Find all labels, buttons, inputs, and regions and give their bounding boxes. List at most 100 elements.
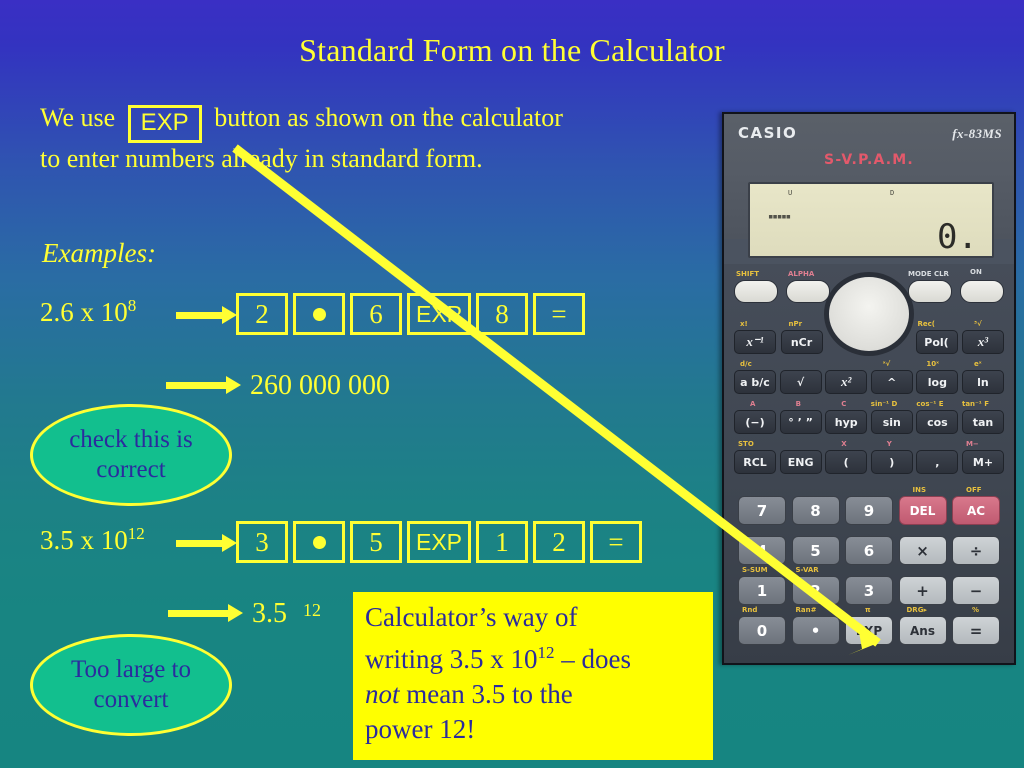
sub-x-root: ˣ√ [882,360,891,368]
key-x-squared[interactable]: x² [825,370,868,394]
intro-before-text: We use [40,103,116,132]
key-0[interactable]: 0 [738,616,786,645]
calculator-keypad: SHIFT ALPHA MODE CLR ON x! x⁻¹ nPr nCr R… [724,264,1014,663]
key-4[interactable]: 4 [738,536,786,565]
key-DEL[interactable]: DEL [898,496,947,525]
shift-label: SHIFT [736,270,760,278]
calculator-vpam-label: S-V.P.A.M. [824,152,914,168]
key-M-plus[interactable]: M+ [961,450,1004,474]
example-1-result: 260 000 000 [250,370,390,401]
sub-x-factorial: x! [740,320,748,328]
key-EXP[interactable]: EXP [845,616,893,645]
exp-key-callout-box[interactable]: EXP [127,105,202,143]
alpha-key[interactable] [786,280,830,303]
on-key[interactable] [960,280,1004,303]
keypress-1-6-equals[interactable]: = [533,293,586,335]
calculator-brand-logo: CASIO [738,124,798,142]
sub-Rnd: Rnd [742,606,758,614]
arrow-to-keys-2 [176,534,237,552]
key-multiply[interactable]: × [898,536,947,565]
key-decimal-point[interactable]: • [791,616,840,645]
callout-line-2-b: – does [554,644,631,674]
key-AC[interactable]: AC [952,496,1000,525]
keypress-1-4-exp[interactable]: EXP [407,293,472,335]
key-nCr[interactable]: nCr [780,330,823,354]
key-sin[interactable]: sin [870,410,913,434]
sub-nPr: nPr [788,320,803,328]
key-Pol[interactable]: Pol( [915,330,958,354]
key-6[interactable]: 6 [845,536,893,565]
keypress-2-2[interactable] [293,521,345,563]
sub-X: X [841,440,847,448]
key-tan[interactable]: tan [961,410,1004,434]
arrow-to-keys-1 [176,306,237,324]
key-equals[interactable]: = [952,616,1000,645]
calculator-image: CASIO fx-83MS S-V.P.A.M. U D ▪▪▪▪▪ 0. SH… [722,112,1016,665]
key-a-b-c[interactable]: a b/c [734,370,776,394]
mode-clr-label: MODE CLR [908,270,949,278]
note-2-label: Too large to convert [71,656,191,713]
keypress-1-3[interactable]: 6 [350,293,402,335]
key-Ans[interactable]: Ans [898,616,947,645]
callout-line-3-italic: not [365,679,400,709]
keypress-2-4-exp[interactable]: EXP [407,521,472,563]
page-title: Standard Form on the Calculator [299,32,725,68]
keypress-2-6[interactable]: 2 [533,521,586,563]
arrow-to-result-2 [168,604,243,622]
key-comma[interactable]: , [916,450,959,474]
key-7[interactable]: 7 [738,496,786,525]
callout-line-3-rest: mean 3.5 to the [399,679,573,709]
key-5[interactable]: 5 [791,536,840,565]
sub-OFF: OFF [966,486,982,494]
key-ENG[interactable]: ENG [779,450,822,474]
key-log[interactable]: log [916,370,959,394]
key-degrees-minutes-seconds[interactable]: ° ’ ” [779,410,822,434]
key-power[interactable]: ^ [870,370,913,394]
key-hyp[interactable]: hyp [825,410,868,434]
arrow-to-result-1 [166,376,241,394]
keypress-1-2[interactable] [293,293,345,335]
keypress-1-5[interactable]: 8 [476,293,529,335]
key-1[interactable]: 1 [738,576,786,605]
key-square-root[interactable]: √ [779,370,822,394]
sub-e-power-x: eˣ [973,360,982,368]
sub-Ran: Ran# [795,606,817,614]
key-9[interactable]: 9 [845,496,893,525]
sub-cube-root: ³√ [974,320,982,328]
key-negative[interactable]: (−) [734,410,776,434]
key-ln[interactable]: ln [961,370,1004,394]
callout-line-2-a: writing 3.5 x 10 [365,644,538,674]
key-8[interactable]: 8 [791,496,840,525]
keypress-2-5[interactable]: 1 [476,521,529,563]
sub-sin-inverse: sin⁻¹ D [870,400,898,408]
key-divide[interactable]: ÷ [952,536,1000,565]
callout-line-3: not mean 3.5 to the [365,677,703,712]
callout-line-4: power 12! [365,714,476,744]
mode-key[interactable] [908,280,952,303]
key-plus[interactable]: + [898,576,947,605]
keypress-1-1[interactable]: 2 [236,293,288,335]
key-minus[interactable]: − [952,576,1000,605]
alpha-label: ALPHA [788,270,815,278]
key-x-cubed[interactable]: x³ [962,330,1004,354]
key-open-paren[interactable]: ( [825,450,868,474]
key-3[interactable]: 3 [845,576,893,605]
example-2-result: 3.5 12 [252,598,321,630]
intro-paragraph: We use EXP button as shown on the calcul… [40,102,580,174]
keypress-2-1[interactable]: 3 [236,521,288,563]
lcd-indicator-right: D [890,189,895,197]
keypress-2-7-equals[interactable]: = [590,521,643,563]
shift-key[interactable] [734,280,778,303]
key-close-paren[interactable]: ) [870,450,913,474]
key-2[interactable]: 2 [791,576,840,605]
sub-cos-inverse: cos⁻¹ E [916,400,944,408]
key-RCL[interactable]: RCL [734,450,776,474]
lcd-value: 0. [937,217,978,257]
key-cos[interactable]: cos [916,410,959,434]
key-x-inverse[interactable]: x⁻¹ [734,330,776,354]
note-check-this-is-correct: check this is correct [30,404,232,506]
calculator-lcd-display: U D ▪▪▪▪▪ 0. [748,182,994,258]
example-2-base: 3.5 x 10 [40,525,128,555]
note-1-label: check this is correct [69,426,193,483]
keypress-2-3[interactable]: 5 [350,521,402,563]
